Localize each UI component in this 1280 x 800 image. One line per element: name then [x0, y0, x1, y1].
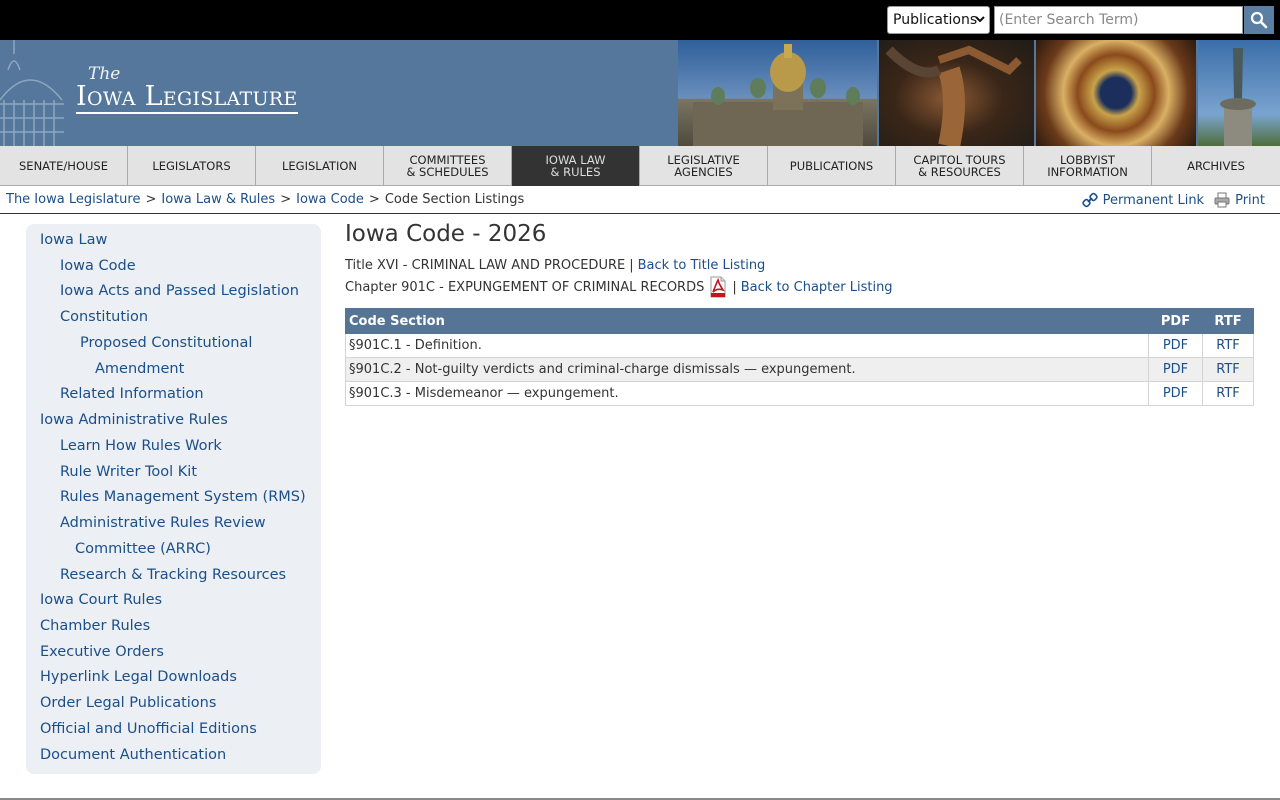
- title-name: Title XVI - CRIMINAL LAW AND PROCEDURE: [345, 258, 626, 273]
- section-cell: §901C.1 - Definition.: [345, 333, 1149, 358]
- sidebar-item-iowa-law[interactable]: Iowa Law: [40, 232, 107, 248]
- publications-select[interactable]: Publications: [887, 6, 990, 34]
- sidebar-item-iowa-code[interactable]: Iowa Code: [60, 258, 136, 274]
- nav-archives[interactable]: ARCHIVES: [1152, 146, 1280, 186]
- back-to-chapter-link[interactable]: Back to Chapter Listing: [741, 280, 893, 295]
- rtf-link[interactable]: RTF: [1216, 338, 1240, 353]
- search-input[interactable]: (Enter Search Term): [994, 6, 1243, 34]
- section-cell: §901C.3 - Misdemeanor — expungement.: [345, 381, 1149, 406]
- header-pdf: PDF: [1148, 308, 1203, 334]
- permanent-link[interactable]: Permanent Link: [1081, 192, 1204, 208]
- sidebar-item-administrative-rules[interactable]: Iowa Administrative Rules: [40, 412, 228, 428]
- table-row: §901C.3 - Misdemeanor — expungement. PDF…: [345, 381, 1254, 406]
- capitol-dome-icon: [0, 40, 64, 146]
- pdf-link[interactable]: PDF: [1163, 386, 1188, 401]
- breadcrumb-iowa-code[interactable]: Iowa Code: [296, 192, 364, 207]
- sidebar-item-editions[interactable]: Official and Unofficial Editions: [40, 721, 257, 737]
- breadcrumb-iowa-law-rules[interactable]: Iowa Law & Rules: [161, 192, 275, 207]
- printer-icon: [1214, 192, 1230, 208]
- sidebar-item-arrc-cont[interactable]: Committee (ARRC): [75, 541, 211, 557]
- sidebar-item-hyperlink-downloads[interactable]: Hyperlink Legal Downloads: [40, 669, 237, 685]
- capitol-building-illustration: [693, 44, 863, 146]
- nav-lobbyist-information[interactable]: LOBBYIST INFORMATION: [1024, 146, 1152, 186]
- sidebar-item-chamber-rules[interactable]: Chamber Rules: [40, 618, 150, 634]
- header-code-section: Code Section: [345, 308, 1149, 334]
- breadcrumb-current: Code Section Listings: [384, 192, 525, 207]
- top-bar: Publications (Enter Search Term): [0, 0, 1280, 40]
- sidebar-item-rms[interactable]: Rules Management System (RMS): [60, 489, 306, 505]
- sidebar-item-learn-rules[interactable]: Learn How Rules Work: [60, 438, 222, 454]
- breadcrumb-separator: >: [280, 192, 292, 207]
- sidebar-item-related-information[interactable]: Related Information: [60, 386, 204, 402]
- nav-legislators[interactable]: LEGISLATORS: [128, 146, 256, 186]
- sidebar-item-executive-orders[interactable]: Executive Orders: [40, 644, 164, 660]
- print-label[interactable]: Print: [1235, 193, 1265, 208]
- sidebar-item-proposed-amendment-cont[interactable]: Amendment: [95, 361, 184, 377]
- sidebar-item-proposed-amendment[interactable]: Proposed Constitutional: [80, 335, 252, 351]
- chevron-down-icon: [975, 16, 985, 23]
- nav-capitol-tours[interactable]: CAPITOL TOURS & RESOURCES: [896, 146, 1024, 186]
- statue-photo: [879, 40, 1034, 146]
- breadcrumb-separator: >: [145, 192, 157, 207]
- column-statue-illustration: [1220, 48, 1256, 146]
- print-link[interactable]: Print: [1214, 192, 1265, 208]
- breadcrumb-separator: >: [368, 192, 380, 207]
- search-button[interactable]: [1244, 6, 1274, 34]
- nav-iowa-law-rules[interactable]: IOWA LAW & RULES: [512, 146, 640, 186]
- sidebar-item-court-rules[interactable]: Iowa Court Rules: [40, 592, 162, 608]
- pdf-link[interactable]: PDF: [1163, 362, 1188, 377]
- breadcrumb: The Iowa Legislature > Iowa Law & Rules > Io…: [6, 192, 524, 207]
- nav-publications[interactable]: PUBLICATIONS: [768, 146, 896, 186]
- rotunda-photo: [1036, 40, 1196, 146]
- code-section-table: Code Section PDF RTF §901C.1 - Definitio…: [345, 308, 1254, 406]
- chapter-separator: |: [732, 279, 737, 295]
- pdf-link[interactable]: PDF: [1163, 338, 1188, 353]
- site-banner: The Iowa Legislature: [0, 40, 1280, 146]
- search-placeholder: (Enter Search Term): [999, 12, 1139, 28]
- sidebar-item-order-publications[interactable]: Order Legal Publications: [40, 695, 216, 711]
- title-info: Title XVI - CRIMINAL LAW AND PROCEDURE |…: [345, 258, 765, 273]
- header-rtf: RTF: [1202, 308, 1254, 334]
- publications-select-value: Publications: [893, 12, 978, 28]
- back-to-title-link[interactable]: Back to Title Listing: [638, 258, 766, 273]
- rtf-link[interactable]: RTF: [1216, 386, 1240, 401]
- sidebar-item-constitution[interactable]: Constitution: [60, 309, 148, 325]
- permanent-link-label[interactable]: Permanent Link: [1103, 193, 1204, 208]
- nav-legislative-agencies[interactable]: LEGISLATIVE AGENCIES: [640, 146, 768, 186]
- capitol-building-photo: [678, 40, 877, 146]
- table-header-row: Code Section PDF RTF: [345, 308, 1254, 334]
- page-title: Iowa Code - 2026: [345, 221, 547, 247]
- search-icon: [1250, 11, 1268, 29]
- site-logo[interactable]: Iowa Legislature: [76, 82, 298, 114]
- sidebar-item-rule-writer[interactable]: Rule Writer Tool Kit: [60, 464, 197, 480]
- sidebar-item-arrc[interactable]: Administrative Rules Review: [60, 515, 266, 531]
- table-row: §901C.1 - Definition. PDF RTF: [345, 333, 1254, 358]
- chapter-info: Chapter 901C - EXPUNGEMENT OF CRIMINAL R…: [345, 276, 893, 298]
- statue-illustration: [885, 45, 1022, 146]
- main-nav: SENATE/HOUSE LEGISLATORS LEGISLATION COM…: [0, 146, 1280, 186]
- nav-senate-house[interactable]: SENATE/HOUSE: [0, 146, 128, 186]
- table-row: §901C.2 - Not-guilty verdicts and crimin…: [345, 357, 1254, 382]
- rtf-link[interactable]: RTF: [1216, 362, 1240, 377]
- pdf-icon[interactable]: [708, 276, 728, 298]
- sidebar-item-iowa-acts[interactable]: Iowa Acts and Passed Legislation: [60, 283, 299, 299]
- breadcrumb-home[interactable]: The Iowa Legislature: [6, 192, 140, 207]
- header-divider: [0, 213, 1280, 214]
- chapter-name: Chapter 901C - EXPUNGEMENT OF CRIMINAL R…: [345, 279, 705, 295]
- section-cell: §901C.2 - Not-guilty verdicts and crimin…: [345, 357, 1149, 382]
- sidebar-item-research-tracking[interactable]: Research & Tracking Resources: [60, 567, 286, 583]
- nav-committees-schedules[interactable]: COMMITTEES & SCHEDULES: [384, 146, 512, 186]
- title-separator: |: [629, 258, 634, 273]
- link-icon: [1081, 192, 1098, 208]
- column-statue-photo: [1198, 40, 1280, 146]
- sidebar-item-authentication[interactable]: Document Authentication: [40, 747, 226, 763]
- page-tools: Permanent Link Print: [1081, 192, 1265, 208]
- nav-legislation[interactable]: LEGISLATION: [256, 146, 384, 186]
